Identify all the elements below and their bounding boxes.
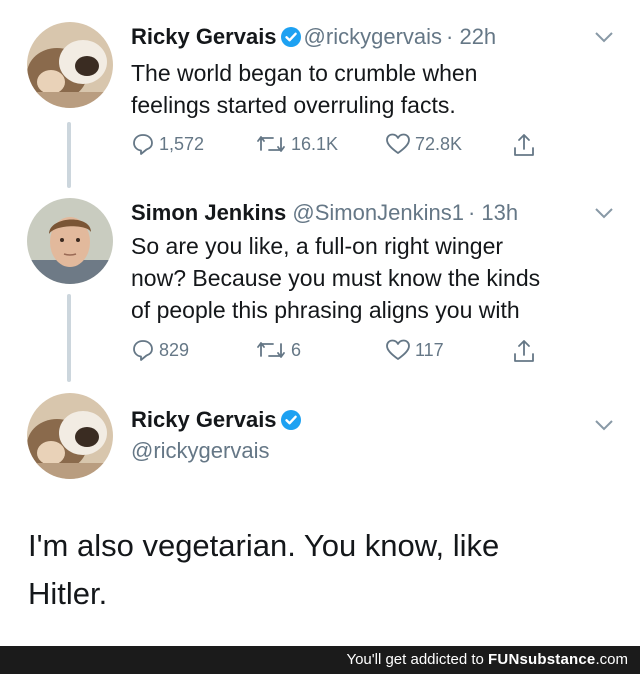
reply-icon [131, 338, 155, 362]
share-button[interactable] [511, 338, 537, 364]
tweet-text-line: So are you like, a full-on right winger [131, 233, 504, 259]
retweet-count: 16.1K [291, 133, 339, 154]
tweet-text-line: Hitler. [28, 576, 108, 611]
retweet-count: 6 [291, 339, 302, 360]
tweet-3[interactable]: Ricky Gervais @rickygervais I'm also veg… [0, 385, 640, 645]
avatar[interactable] [27, 198, 113, 284]
like-count: 72.8K [415, 133, 463, 154]
user-handle[interactable]: @rickygervais [131, 438, 269, 464]
tweet-header: Simon Jenkins @SimonJenkins1 · 13h [131, 200, 518, 226]
tweet-text-line: I'm also vegetarian. You know, like [28, 528, 500, 563]
timestamp[interactable]: · 22h [446, 24, 496, 49]
verified-badge-icon [280, 410, 301, 436]
tweet-2[interactable]: Simon Jenkins @SimonJenkins1 · 13h So are… [0, 190, 640, 385]
tweet-text-line: of people this phrasing aligns you with [131, 297, 520, 323]
watermark-text: You'll get addicted to FUNsubstance.com [346, 651, 628, 668]
heart-icon [385, 338, 411, 362]
share-button[interactable] [511, 132, 537, 158]
display-name[interactable]: Ricky Gervais [131, 24, 277, 49]
tweet-text: So are you like, a full-on right winger … [131, 230, 611, 326]
verified-badge-icon [280, 27, 301, 53]
tweet-text: The world began to crumble when feelings… [131, 57, 611, 121]
watermark-prefix: You'll get addicted to [346, 651, 489, 668]
retweet-icon [255, 338, 287, 362]
tweet-actions: 829 6 117 [131, 338, 551, 368]
like-button[interactable]: 117 [385, 338, 444, 362]
like-button[interactable]: 72.8K [385, 132, 462, 156]
reply-button[interactable]: 1,572 [131, 132, 204, 156]
tweet-header: Ricky Gervais @rickygervais · 22h [131, 24, 496, 53]
timestamp[interactable]: · 13h [468, 200, 518, 225]
share-icon [511, 338, 537, 364]
watermark-footer: You'll get addicted to FUNsubstance.com [0, 646, 640, 674]
watermark-suffix: .com [595, 651, 628, 668]
user-handle[interactable]: @SimonJenkins1 [292, 200, 464, 225]
tweet-text-line: feelings started overruling facts. [131, 92, 456, 118]
chevron-down-icon[interactable] [594, 30, 614, 48]
thread-line [67, 122, 71, 188]
tweet-actions: 1,572 16.1K 72.8K [131, 132, 551, 162]
tweet-text: I'm also vegetarian. You know, like Hitl… [28, 522, 499, 618]
tweet-text-line: The world began to crumble when [131, 60, 478, 86]
reply-count: 829 [159, 339, 190, 360]
avatar[interactable] [27, 393, 113, 479]
user-handle-text: @rickygervais [131, 438, 270, 463]
tweet-1[interactable]: Ricky Gervais @rickygervais · 22h The worl… [0, 0, 640, 190]
chevron-down-icon[interactable] [594, 418, 614, 436]
retweet-button[interactable]: 6 [255, 338, 301, 362]
retweet-icon [255, 132, 287, 156]
thread-line [67, 294, 71, 382]
tweet-header: Ricky Gervais [131, 407, 304, 436]
display-name[interactable]: Simon Jenkins [131, 200, 286, 225]
reply-count: 1,572 [159, 133, 205, 154]
display-name[interactable]: Ricky Gervais [131, 407, 277, 432]
avatar[interactable] [27, 22, 113, 108]
reply-button[interactable]: 829 [131, 338, 189, 362]
like-count: 117 [415, 339, 444, 360]
watermark-brand: FUNsubstance [488, 651, 596, 668]
retweet-button[interactable]: 16.1K [255, 132, 338, 156]
heart-icon [385, 132, 411, 156]
tweet-text-line: now? Because you must know the kinds [131, 265, 541, 291]
chevron-down-icon[interactable] [594, 206, 614, 224]
share-icon [511, 132, 537, 158]
reply-icon [131, 132, 155, 156]
user-handle[interactable]: @rickygervais [304, 24, 442, 49]
